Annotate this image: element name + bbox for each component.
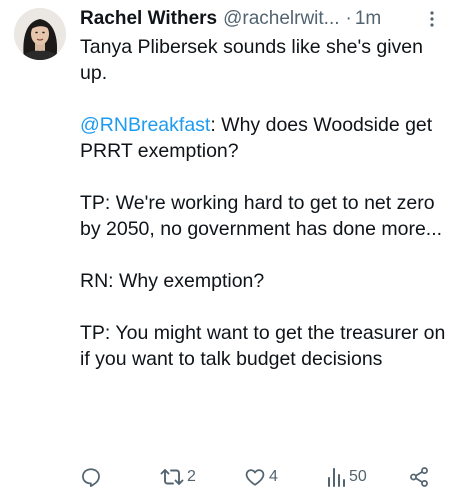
tweet-paragraph: TP: You might want to get the treasurer … bbox=[80, 322, 446, 370]
author-handle[interactable]: @rachelrwit... bbox=[223, 8, 339, 30]
mention-link[interactable]: @RNBreakfast bbox=[80, 114, 210, 136]
reply-icon bbox=[80, 466, 102, 488]
tweet-paragraph: Tanya Plibersek sounds like she's given … bbox=[80, 36, 423, 84]
views-count: 50 bbox=[349, 468, 367, 485]
retweet-icon bbox=[160, 466, 184, 488]
share-button[interactable] bbox=[408, 464, 430, 490]
author-name[interactable]: Rachel Withers bbox=[80, 8, 217, 30]
tweet-paragraph-mention: @RNBreakfast: Why does Woodside get PRRT… bbox=[80, 112, 450, 164]
tweet-text: Tanya Plibersek sounds like she's given … bbox=[80, 34, 450, 398]
like-count: 4 bbox=[269, 468, 278, 485]
retweet-button[interactable]: 2 bbox=[160, 464, 196, 490]
action-bar: 2 4 50 bbox=[80, 464, 450, 490]
reply-button[interactable] bbox=[80, 464, 102, 490]
more-options-icon[interactable] bbox=[428, 10, 436, 28]
views-button[interactable]: 50 bbox=[326, 464, 367, 490]
avatar[interactable] bbox=[14, 8, 66, 60]
tweet-header: Rachel Withers @rachelrwit... · 1m bbox=[80, 6, 450, 32]
timestamp[interactable]: 1m bbox=[355, 8, 381, 30]
views-icon bbox=[326, 466, 346, 488]
separator-dot: · bbox=[345, 8, 352, 29]
heart-icon bbox=[244, 466, 266, 488]
tweet-paragraph: TP: We're working hard to get to net zer… bbox=[80, 192, 443, 240]
share-icon bbox=[408, 466, 430, 488]
retweet-count: 2 bbox=[187, 468, 196, 485]
tweet: Rachel Withers @rachelrwit... · 1m Tanya… bbox=[0, 0, 459, 500]
tweet-paragraph: RN: Why exemption? bbox=[80, 270, 265, 292]
like-button[interactable]: 4 bbox=[244, 464, 278, 490]
